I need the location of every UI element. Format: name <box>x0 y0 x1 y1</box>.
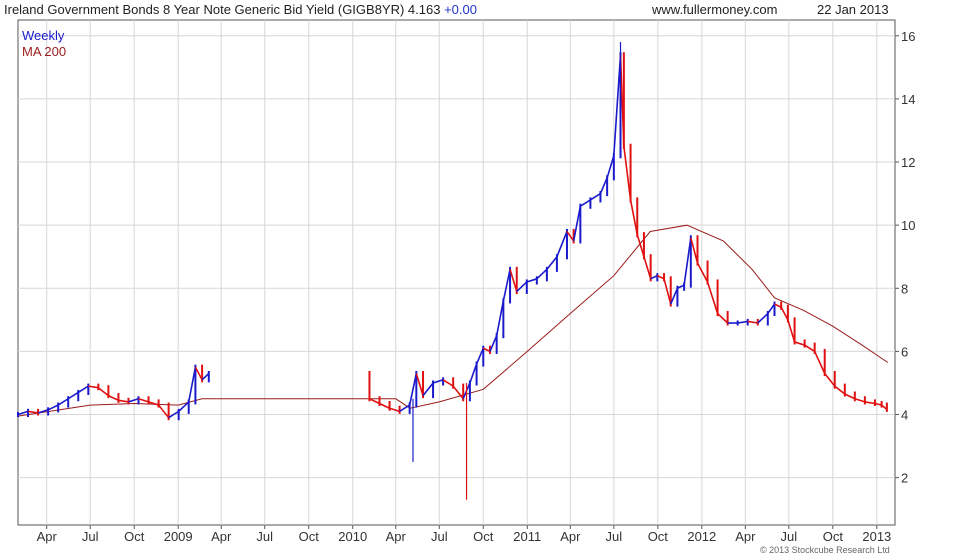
x-tick-label: Apr <box>211 529 232 544</box>
x-tick-label: 2013 <box>862 529 891 544</box>
legend-ma200: MA 200 <box>22 44 66 59</box>
y-tick-label: 16 <box>901 29 915 44</box>
yield-chart: 2 4 6 8 10 12 14 16 Apr Jul Oct 2009 Apr Jul Oct 2010 Ap… <box>17 19 915 544</box>
copyright: © 2013 Stockcube Research Ltd <box>760 545 890 555</box>
x-tick-label: Jul <box>606 529 623 544</box>
x-tick-label: Apr <box>735 529 756 544</box>
legend-weekly: Weekly <box>22 28 65 43</box>
y-tick-label: 10 <box>901 218 915 233</box>
x-tick-label: Oct <box>473 529 494 544</box>
x-tick-label: Jul <box>431 529 448 544</box>
y-tick-label: 8 <box>901 281 908 296</box>
x-tick-label: 2012 <box>687 529 716 544</box>
plot-area <box>17 19 896 526</box>
x-tick-label: Apr <box>386 529 407 544</box>
x-tick-label: Oct <box>124 529 145 544</box>
x-tick-label: Oct <box>823 529 844 544</box>
x-tick-label: Jul <box>256 529 273 544</box>
y-tick-label: 14 <box>901 92 915 107</box>
y-tick-label: 4 <box>901 408 908 423</box>
x-tick-label: 2009 <box>164 529 193 544</box>
x-tick-label: Oct <box>648 529 669 544</box>
x-tick-label: 2010 <box>338 529 367 544</box>
y-tick-label: 6 <box>901 344 908 359</box>
x-tick-label: 2011 <box>513 529 541 544</box>
x-tick-label: Apr <box>37 529 58 544</box>
y-tick-label: 12 <box>901 155 915 170</box>
y-tick-label: 2 <box>901 471 908 486</box>
x-tick-label: Oct <box>299 529 320 544</box>
x-tick-label: Jul <box>781 529 798 544</box>
x-tick-label: Jul <box>82 529 99 544</box>
x-tick-label: Apr <box>560 529 581 544</box>
